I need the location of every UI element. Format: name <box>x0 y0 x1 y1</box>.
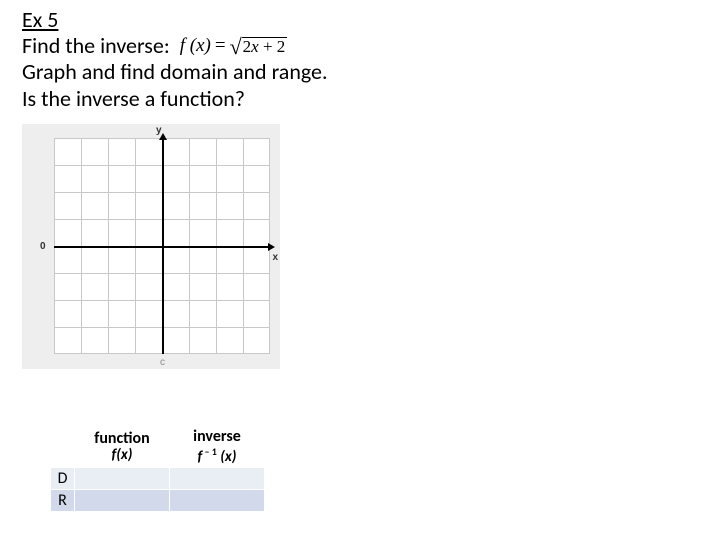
origin-label: 0 <box>40 241 46 252</box>
prompt-prefix: Find the inverse: <box>22 33 170 59</box>
coordinate-graph: y x 0 c <box>22 124 280 369</box>
sqrt-icon: √ <box>230 34 242 60</box>
graph-footer-char: c <box>160 357 165 368</box>
cell-domain-function <box>75 468 170 490</box>
x-axis-label: x <box>272 252 278 263</box>
domain-range-table: function f(x) inverse f – 1 (x) D R <box>50 425 265 512</box>
prompt-line-2: Graph and find domain and range. <box>22 59 698 85</box>
cell-range-function <box>75 490 170 512</box>
table-header-function: function f(x) <box>75 426 170 468</box>
row-label-domain: D <box>51 468 75 490</box>
formula: f (x) = √2x + 2 <box>180 33 288 59</box>
equals-sign: = <box>215 35 226 58</box>
row-label-range: R <box>51 490 75 512</box>
prompt-line-1: Find the inverse: f (x) = √2x + 2 <box>22 33 698 59</box>
prompt-line-3: Is the inverse a function? <box>22 86 698 112</box>
example-title: Ex 5 <box>22 6 698 33</box>
cell-range-inverse <box>170 490 265 512</box>
formula-lhs: f (x) <box>180 35 211 58</box>
table-row: R <box>51 490 265 512</box>
cell-domain-inverse <box>170 468 265 490</box>
sqrt-argument: 2x + 2 <box>242 37 288 55</box>
table-row: D <box>51 468 265 490</box>
x-axis-arrow-icon <box>268 243 275 251</box>
table-header-inverse: inverse f – 1 (x) <box>170 426 265 468</box>
graph-grid <box>54 138 270 354</box>
table-corner <box>51 426 75 468</box>
y-axis-label: y <box>156 125 162 136</box>
y-axis <box>162 138 164 354</box>
